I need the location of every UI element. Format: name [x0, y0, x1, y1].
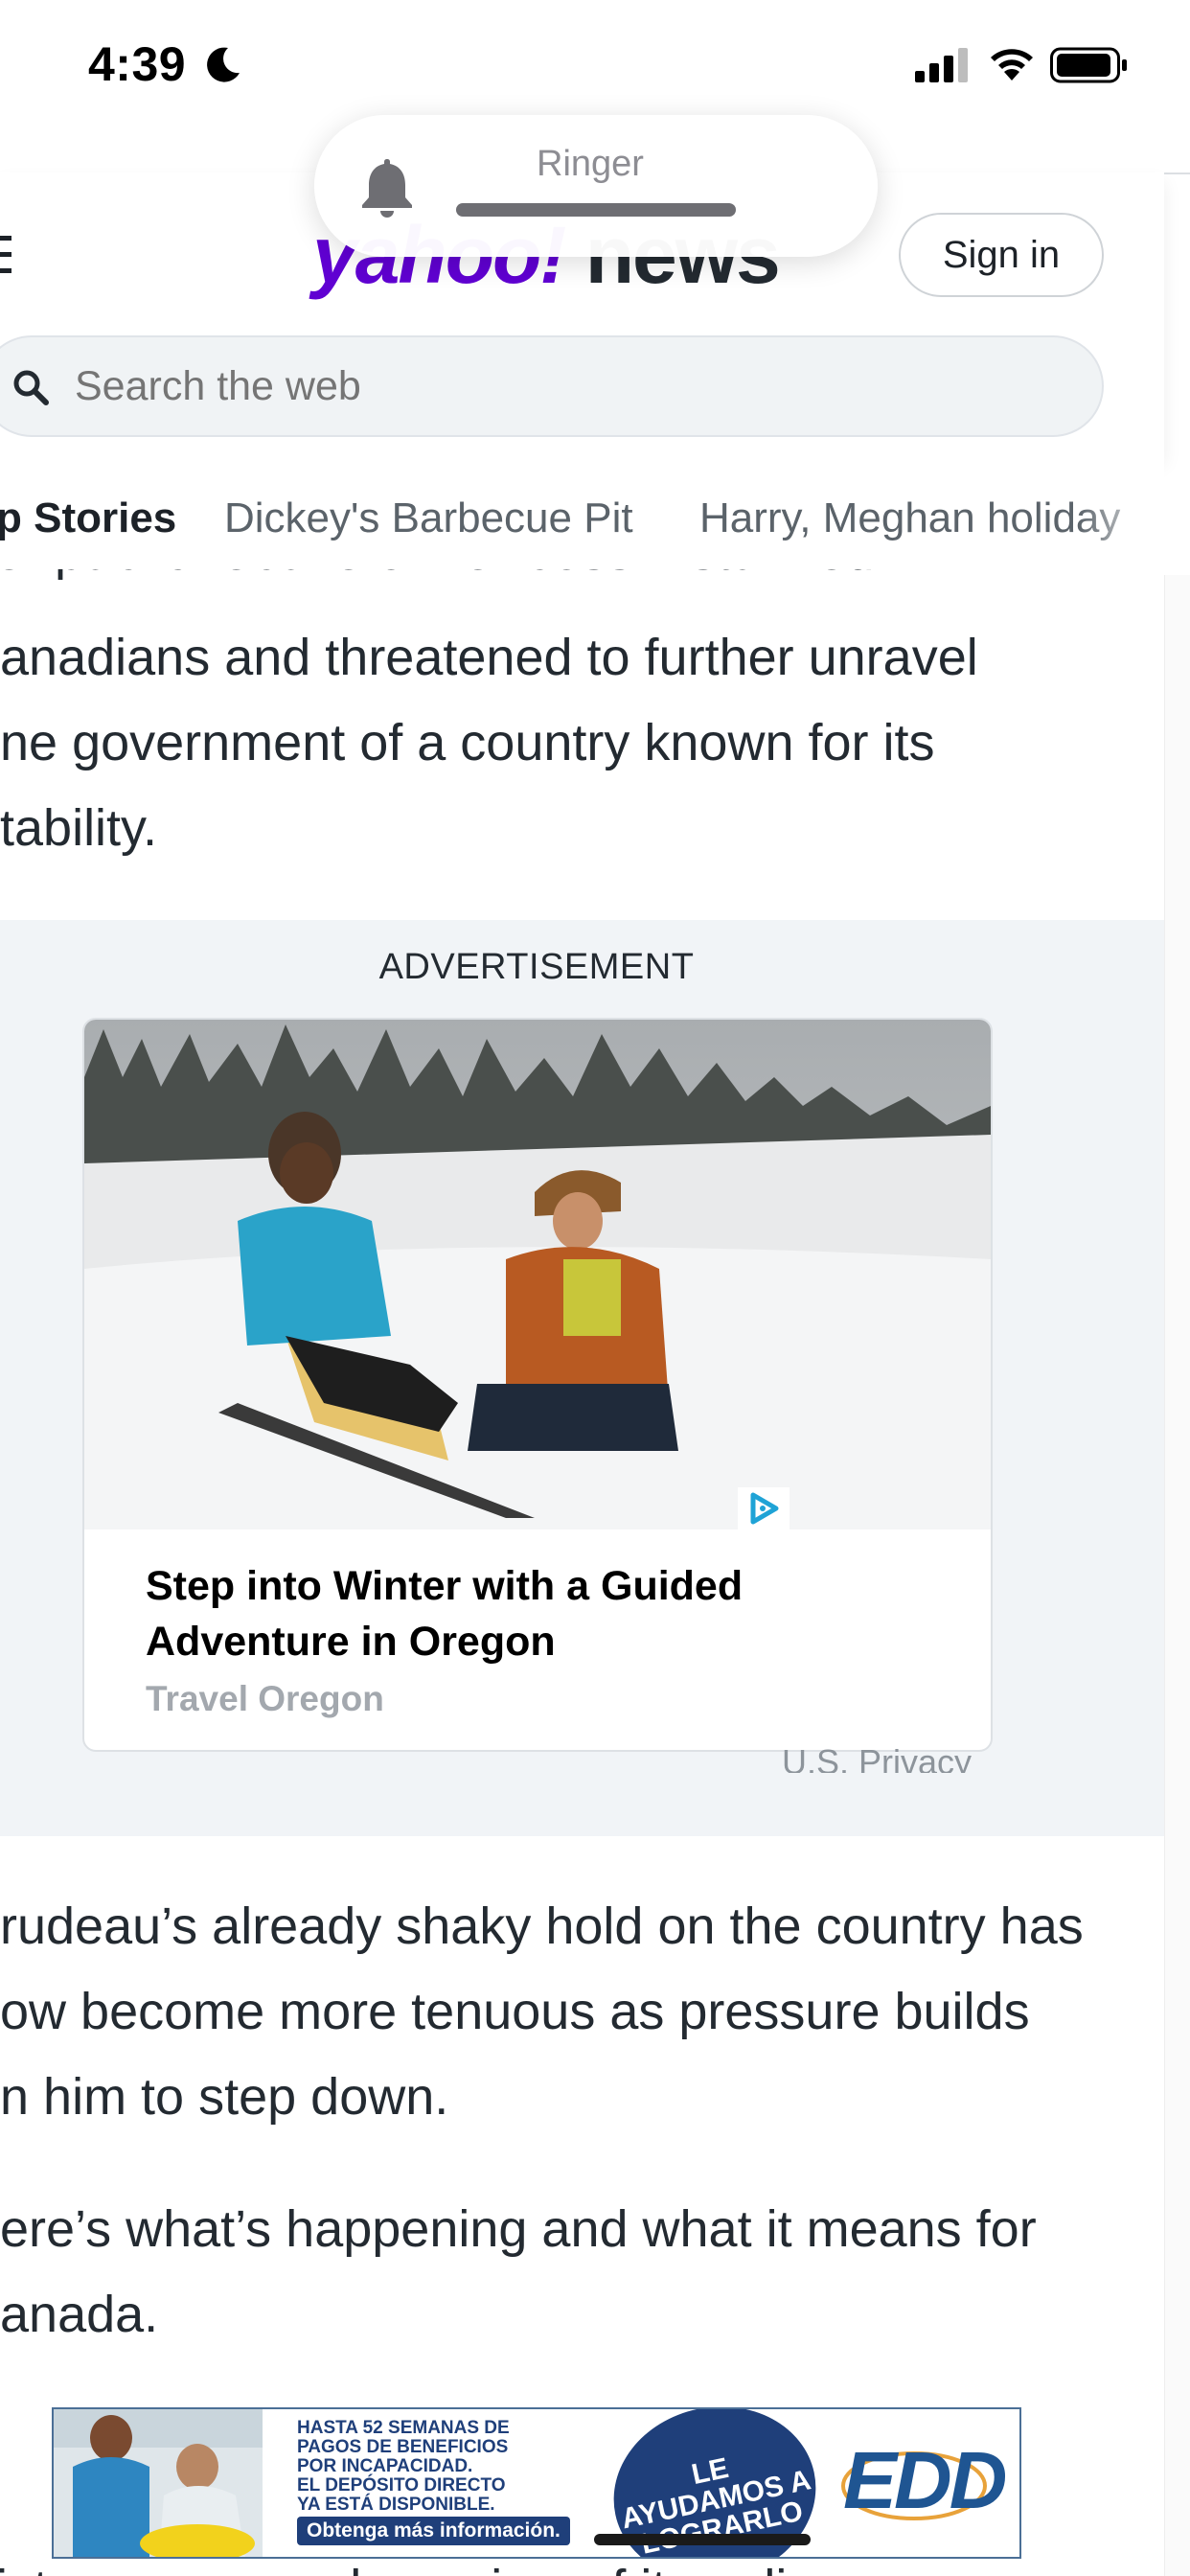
ringer-hud: Ringer — [314, 115, 878, 257]
home-indicator[interactable] — [594, 2534, 811, 2545]
article-line: anada. — [0, 2286, 159, 2343]
article-line: anadians and threatened to further unrav… — [0, 629, 978, 686]
article-paragraph-3: ere’s what’s happening and what it means… — [0, 2187, 1164, 2358]
ad-card[interactable]: Step into Winter with a Guided Adventure… — [82, 1018, 993, 1752]
scrollbar-track — [1164, 575, 1190, 2576]
advertisement-label: ADVERTISEMENT — [378, 947, 695, 987]
hamburger-menu-icon[interactable] — [0, 234, 13, 276]
bell-icon — [362, 159, 412, 218]
article-line: rudeau’s already shaky hold on the count… — [0, 1898, 1084, 1955]
article-line: ere’s what’s happening and what it means… — [0, 2200, 1037, 2258]
privacy-text: U.S. Privacy — [782, 1748, 973, 1773]
status-time: 4:39 — [88, 37, 187, 91]
edd-logo: EDD — [843, 2435, 1007, 2525]
tab-harry-meghan-holiday[interactable]: Harry, Meghan holiday — [699, 494, 1120, 542]
banner-text: HASTA 52 SEMANAS DE PAGOS DE BENEFICIOS … — [297, 2419, 510, 2515]
ringer-label: Ringer — [537, 144, 644, 184]
article-cut-line-top: er public rebuke of her boss – stunned — [0, 569, 1164, 594]
banner-line: EL DEPÓSITO DIRECTO — [297, 2475, 506, 2496]
banner-line: POR INCAPACIDAD. — [297, 2456, 473, 2476]
signal-icon — [915, 48, 968, 82]
adchoices-icon[interactable] — [738, 1487, 790, 1530]
article-paragraph-1: anadians and threatened to further unrav… — [0, 615, 1164, 871]
battery-icon — [1050, 47, 1127, 83]
article-line: n him to step down. — [0, 2068, 449, 2126]
search-icon — [13, 370, 49, 405]
ad-sponsor: Travel Oregon — [146, 1679, 384, 1718]
banner-line: PAGOS DE BENEFICIOS — [297, 2437, 509, 2457]
status-bar: 4:39 — [0, 0, 1190, 134]
banner-line: HASTA 52 SEMANAS DE — [297, 2418, 510, 2438]
article-cut-text: er public rebuke of her boss – stunned — [0, 569, 875, 594]
banner-cta-button[interactable]: Obtenga más información. — [297, 2517, 570, 2545]
tab-dickeys-barbecue-pit[interactable]: Dickey's Barbecue Pit — [224, 494, 633, 542]
sign-in-button[interactable]: Sign in — [899, 213, 1104, 297]
edd-banner-ad[interactable]: HASTA 52 SEMANAS DE PAGOS DE BENEFICIOS … — [52, 2407, 1021, 2559]
moon-icon — [207, 47, 240, 82]
search-bar[interactable] — [0, 335, 1104, 437]
ringer-volume-bar — [456, 203, 736, 217]
banner-line: YA ESTÁ DISPONIBLE. — [297, 2495, 495, 2515]
article-line: tability. — [0, 799, 158, 857]
article-paragraph-2: rudeau’s already shaky hold on the count… — [0, 1884, 1164, 2140]
ad-image[interactable] — [84, 1020, 991, 1530]
tab-top-stories[interactable]: p Stories — [0, 494, 176, 542]
tabs-fade — [1078, 456, 1164, 569]
wifi-icon — [991, 49, 1033, 80]
ad-title[interactable]: Step into Winter with a Guided Adventure… — [146, 1558, 912, 1669]
article-line: ne government of a country known for its — [0, 714, 935, 771]
article-cut-line-bottom: istry announced a review of its policy o… — [0, 2561, 1190, 2576]
privacy-link[interactable]: U.S. Privacy — [782, 1748, 972, 1773]
article-cut-text: istry announced a review of its policy o… — [0, 2561, 911, 2576]
article-line: ow become more tenuous as pressure build… — [0, 1983, 1030, 2040]
search-input[interactable] — [75, 337, 937, 435]
banner-photo — [54, 2409, 263, 2557]
topic-tabs: p Stories Dickey's Barbecue Pit Harry, M… — [0, 456, 1164, 569]
